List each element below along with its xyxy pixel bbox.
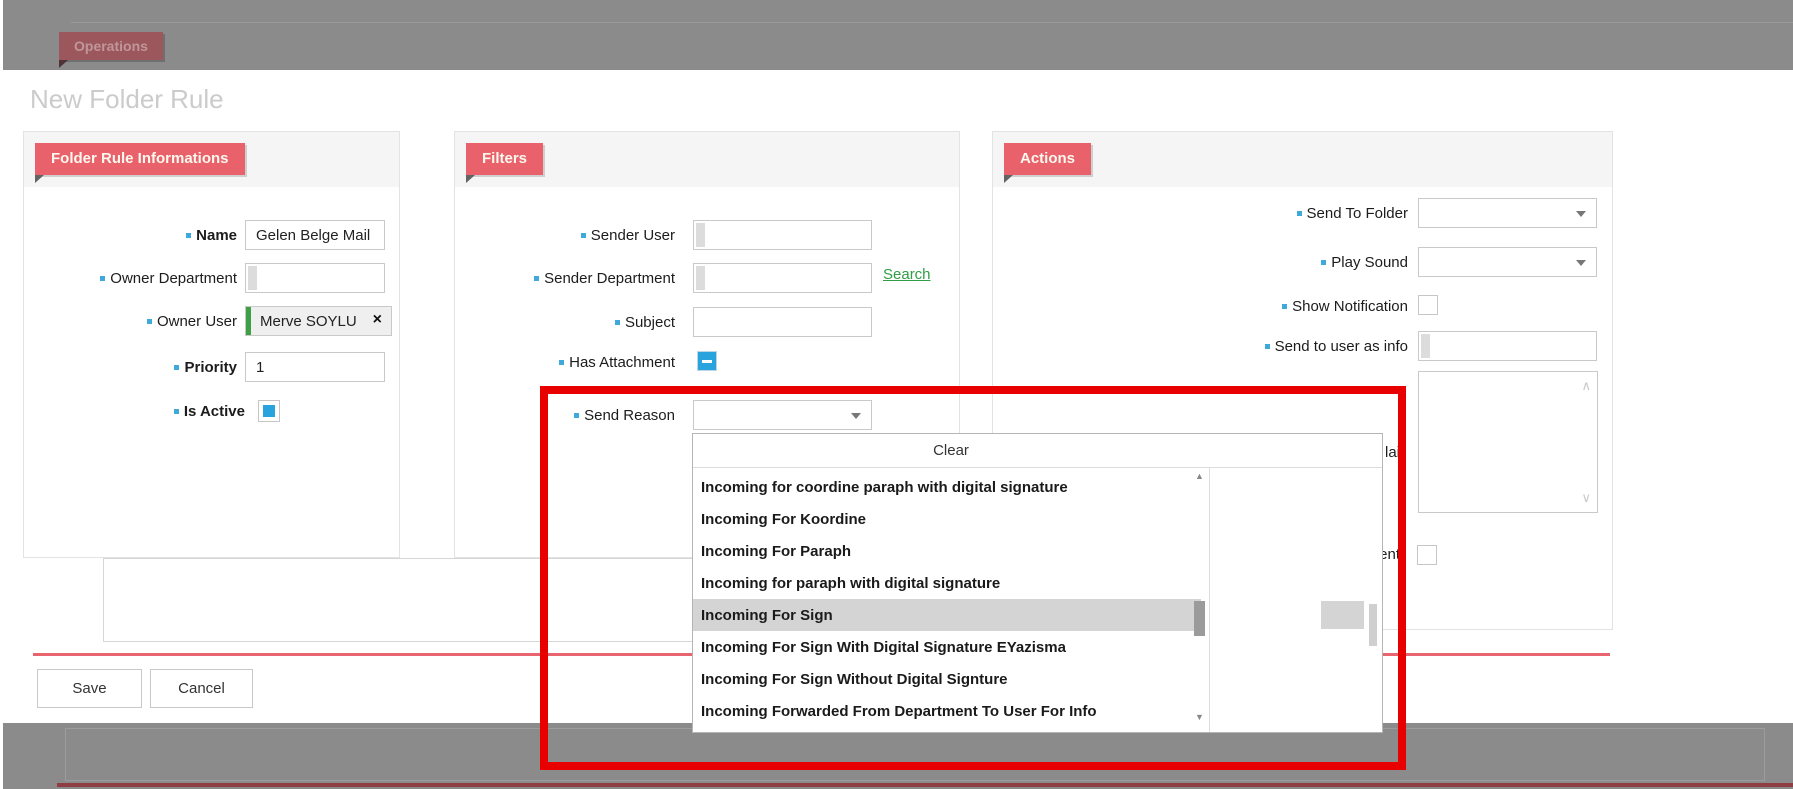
chevron-down-icon <box>1576 211 1586 217</box>
required-bullet-icon <box>174 409 179 414</box>
required-bullet-icon <box>1282 304 1287 309</box>
panel-title-folder-rule-informations: Folder Rule Informations <box>35 143 245 175</box>
dimmed-top-overlay <box>3 0 1793 70</box>
required-bullet-icon <box>186 233 191 238</box>
name-label: Name <box>30 220 237 250</box>
required-bullet-icon <box>147 319 152 324</box>
required-bullet-icon <box>559 360 564 365</box>
required-bullet-icon <box>581 233 586 238</box>
subject-label: Subject <box>460 307 675 337</box>
sender-user-input[interactable] <box>693 220 872 250</box>
send-to-user-as-info-input[interactable] <box>1418 331 1597 361</box>
dimmed-accent-line <box>57 783 1793 787</box>
subject-input[interactable] <box>693 307 872 337</box>
is-active-checkbox[interactable] <box>258 400 280 422</box>
obscured-row-checkbox[interactable] <box>1417 545 1437 565</box>
has-attachment-checkbox[interactable] <box>697 351 717 371</box>
cancel-button[interactable]: Cancel <box>150 669 253 708</box>
dropdown-clear-row[interactable]: Clear <box>693 434 1382 468</box>
chevron-down-icon[interactable]: ∨ <box>1581 490 1591 506</box>
dropdown-clear-label[interactable]: Clear <box>693 434 1209 467</box>
required-bullet-icon <box>1321 260 1326 265</box>
popup-scrollbar-thumb[interactable] <box>1369 604 1377 646</box>
required-bullet-icon <box>100 276 105 281</box>
dropdown-item[interactable]: Incoming for paraph with digital signatu… <box>693 567 1201 599</box>
chevron-down-icon <box>1576 260 1586 266</box>
show-notification-checkbox[interactable] <box>1418 295 1438 315</box>
scrollbar-thumb[interactable] <box>1194 601 1205 636</box>
page-title: New Folder Rule <box>30 84 224 115</box>
show-notification-label: Show Notification <box>1150 295 1408 317</box>
send-reason-dropdown-popup: Clear Incoming for coordine paraph with … <box>692 433 1383 733</box>
required-bullet-icon <box>534 276 539 281</box>
input-left-strip <box>696 223 705 247</box>
sender-department-label: Sender Department <box>460 263 675 293</box>
play-sound-label: Play Sound <box>1150 247 1408 277</box>
owner-department-input[interactable] <box>245 263 385 293</box>
panel-title-actions: Actions <box>1004 143 1091 175</box>
dimmed-panel-border <box>71 22 1793 23</box>
send-reason-label: Send Reason <box>460 400 675 430</box>
clear-selection-icon[interactable]: × <box>373 311 382 329</box>
tab-operations[interactable]: Operations <box>59 32 163 60</box>
chevron-up-icon[interactable]: ∧ <box>1581 378 1591 394</box>
owner-user-label: Owner User <box>30 306 237 336</box>
send-to-folder-combobox[interactable] <box>1418 198 1597 228</box>
scroll-up-icon[interactable]: ▲ <box>1195 471 1204 481</box>
dropdown-divider <box>1209 467 1210 732</box>
input-left-strip <box>696 266 705 290</box>
dropdown-item[interactable]: Incoming For Sign With Digital Signature… <box>693 631 1201 663</box>
owner-user-selected-value[interactable]: Merve SOYLU × <box>245 306 392 336</box>
scroll-down-icon[interactable]: ▼ <box>1195 712 1204 722</box>
popup-scroll-artifact <box>1321 601 1364 629</box>
required-bullet-icon <box>615 320 620 325</box>
send-reason-combobox[interactable] <box>693 400 872 430</box>
sender-department-search-link[interactable]: Search <box>883 266 931 283</box>
owner-department-label: Owner Department <box>30 263 237 293</box>
selected-indicator-bar <box>246 307 251 335</box>
dropdown-item[interactable]: Incoming For Koordine <box>693 503 1201 535</box>
send-to-user-as-info-label: Send to user as info <box>1150 331 1408 361</box>
input-left-strip <box>1421 334 1430 358</box>
actions-listbox[interactable]: ∧ ∨ <box>1418 371 1598 513</box>
dropdown-item[interactable]: Incoming For Sign Without Digital Signtu… <box>693 663 1201 695</box>
dropdown-item[interactable]: Incoming for coordine paraph with digita… <box>693 471 1201 503</box>
required-bullet-icon <box>1265 344 1270 349</box>
dimmed-panel-outline <box>65 728 1765 781</box>
required-bullet-icon <box>174 365 179 370</box>
dropdown-item[interactable]: Incoming For Sign <box>693 599 1201 631</box>
chevron-down-icon <box>851 413 861 419</box>
input-left-strip <box>248 266 257 290</box>
panel-folder-rule-informations <box>23 131 400 558</box>
required-bullet-icon <box>574 413 579 418</box>
play-sound-combobox[interactable] <box>1418 247 1597 277</box>
required-bullet-icon <box>1297 211 1302 216</box>
save-button[interactable]: Save <box>37 669 142 708</box>
priority-input[interactable]: 1 <box>245 352 385 382</box>
dropdown-list: Incoming for coordine paraph with digita… <box>693 471 1209 727</box>
dropdown-item[interactable]: Incoming Forwarded From Department To Us… <box>693 695 1201 727</box>
name-input[interactable]: Gelen Belge Mail <box>245 220 385 250</box>
priority-label: Priority <box>30 352 237 382</box>
sender-user-label: Sender User <box>460 220 675 250</box>
panel-title-filters: Filters <box>466 143 543 175</box>
has-attachment-label: Has Attachment <box>460 351 675 373</box>
new-folder-rule-dialog: Operations New Folder Rule Folder Rule I… <box>0 0 1793 789</box>
sender-department-input[interactable] <box>693 263 872 293</box>
send-to-folder-label: Send To Folder <box>1150 198 1408 228</box>
is-active-label: Is Active <box>30 400 245 422</box>
dropdown-item[interactable]: Incoming For Paraph <box>693 535 1201 567</box>
